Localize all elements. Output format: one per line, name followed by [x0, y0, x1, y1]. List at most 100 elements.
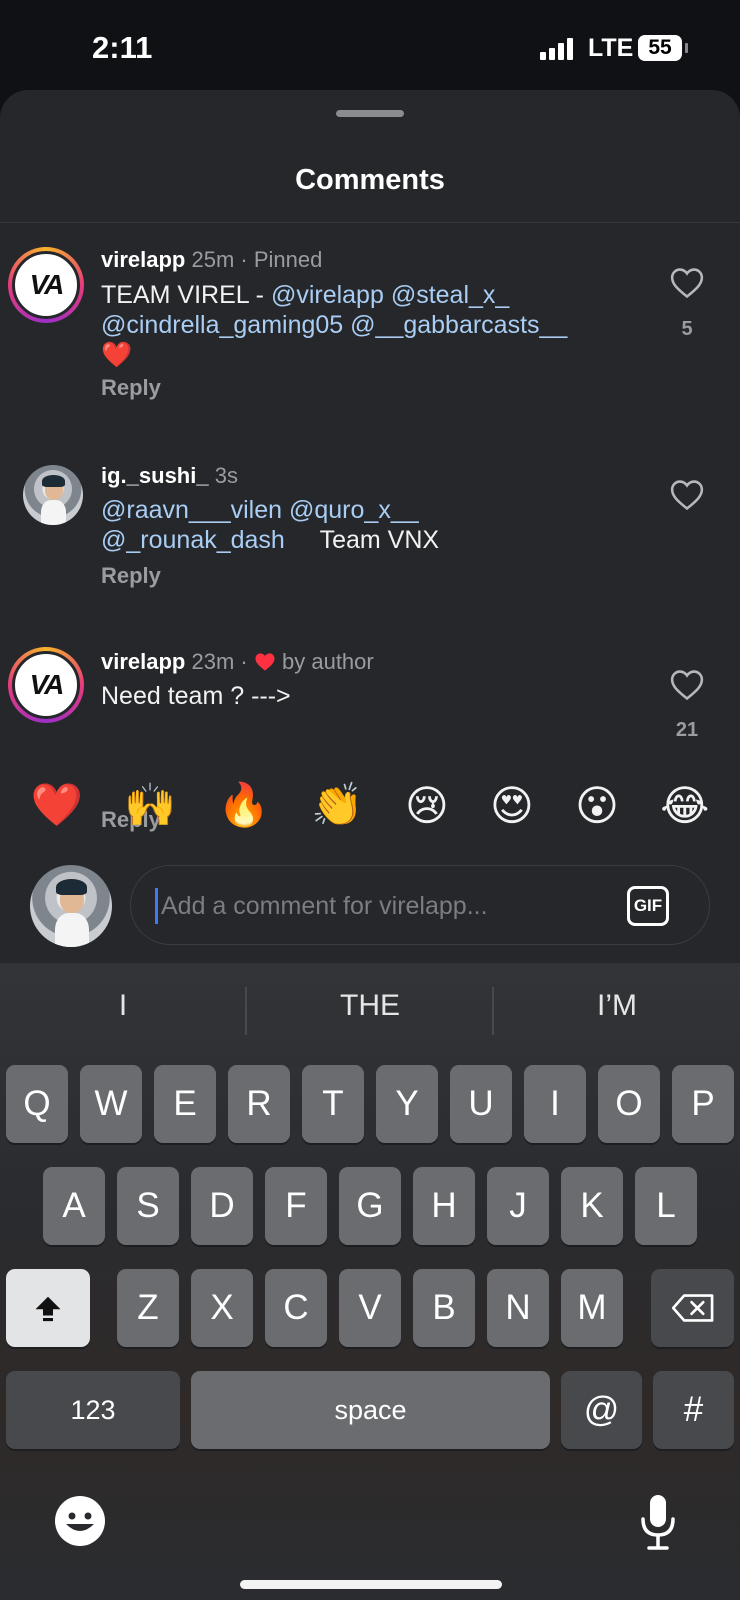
- comment-header: virelapp 23m · by author: [101, 649, 374, 675]
- key-e[interactable]: E: [154, 1065, 216, 1143]
- my-avatar[interactable]: [30, 865, 112, 947]
- key-w[interactable]: W: [80, 1065, 142, 1143]
- comment-meta: 23m ·: [191, 649, 248, 674]
- comment-meta: by author: [282, 649, 374, 674]
- space-key[interactable]: space: [191, 1371, 550, 1449]
- like-count: 5: [681, 318, 693, 340]
- heart-emoji: ❤️: [101, 341, 133, 369]
- mention-link[interactable]: @virelapp: [271, 281, 384, 309]
- hash-key[interactable]: #: [653, 1371, 734, 1449]
- signal-icon: [540, 38, 573, 60]
- sheet-grabber[interactable]: [336, 110, 404, 117]
- comment-username[interactable]: virelapp: [101, 649, 185, 674]
- avatar[interactable]: VA: [8, 647, 84, 723]
- keyboard: I THE I’M Q W E R T Y U I O P A S D F G …: [0, 963, 740, 1600]
- delete-key[interactable]: [651, 1269, 734, 1347]
- mention-link[interactable]: @steal_x_: [391, 281, 510, 309]
- shift-key[interactable]: [6, 1269, 90, 1347]
- comment-text: @raavn___vilen @quro_x__ @_rounak_dash T…: [101, 495, 621, 555]
- comment-input-box[interactable]: GIF: [130, 865, 710, 945]
- suggestion-item[interactable]: THE: [247, 989, 493, 1023]
- key-k[interactable]: K: [561, 1167, 623, 1245]
- key-x[interactable]: X: [191, 1269, 253, 1347]
- comment-username[interactable]: ig._sushi_: [101, 463, 209, 488]
- battery-icon: 55: [638, 35, 688, 61]
- emoji-surprised-button[interactable]: 😮: [575, 781, 619, 830]
- key-y[interactable]: Y: [376, 1065, 438, 1143]
- key-l[interactable]: L: [635, 1167, 697, 1245]
- home-indicator[interactable]: [240, 1580, 502, 1589]
- key-c[interactable]: C: [265, 1269, 327, 1347]
- mention-link[interactable]: @__gabbarcasts__: [350, 311, 567, 339]
- comment-text: Need team ? --->: [101, 682, 291, 710]
- status-bar: 2:11 LTE 55: [0, 0, 740, 90]
- gif-button[interactable]: GIF: [627, 886, 669, 926]
- key-v[interactable]: V: [339, 1269, 401, 1347]
- key-h[interactable]: H: [413, 1167, 475, 1245]
- comment-meta: 25m · Pinned: [191, 247, 323, 272]
- emoji-clap-button[interactable]: 👏: [311, 781, 363, 830]
- comment-input[interactable]: [161, 878, 601, 934]
- key-f[interactable]: F: [265, 1167, 327, 1245]
- mention-link[interactable]: @quro_x__: [289, 496, 419, 524]
- comment-text-plain: Team VNX: [319, 526, 440, 554]
- suggestion-item[interactable]: I: [0, 989, 246, 1023]
- key-d[interactable]: D: [191, 1167, 253, 1245]
- mention-link[interactable]: @raavn___vilen: [101, 496, 282, 524]
- reply-button[interactable]: Reply: [101, 563, 161, 589]
- mention-link[interactable]: @cindrella_gaming05: [101, 311, 343, 339]
- comment-list[interactable]: VA virelapp 25m · Pinned TEAM VIREL - @v…: [0, 223, 740, 845]
- emoji-cry-button[interactable]: 😢: [405, 781, 449, 830]
- comment-meta: 3s: [214, 463, 238, 488]
- comment-item: ig._sushi_ 3s @raavn___vilen @quro_x__ @…: [0, 449, 740, 609]
- suggestion-item[interactable]: I’M: [494, 989, 740, 1023]
- liked-by-author-icon: [255, 653, 275, 671]
- avatar-logo-text: VA: [12, 251, 80, 319]
- key-m[interactable]: M: [561, 1269, 623, 1347]
- emoji-heart-button[interactable]: ❤️: [31, 781, 83, 830]
- comment-header: virelapp 25m · Pinned: [101, 247, 322, 273]
- key-u[interactable]: U: [450, 1065, 512, 1143]
- microphone-icon[interactable]: [638, 1493, 678, 1551]
- heart-icon[interactable]: [670, 669, 704, 701]
- backspace-icon: [671, 1294, 713, 1322]
- comment-text: TEAM VIREL - @virelapp @steal_x_ @cindre…: [101, 280, 621, 370]
- comment-username[interactable]: virelapp: [101, 247, 185, 272]
- comment-header: ig._sushi_ 3s: [101, 463, 238, 489]
- emoji-laughing-button[interactable]: 😂: [660, 781, 709, 830]
- key-g[interactable]: G: [339, 1167, 401, 1245]
- key-p[interactable]: P: [672, 1065, 734, 1143]
- shift-icon: [35, 1296, 61, 1322]
- reply-button[interactable]: Reply: [101, 375, 161, 401]
- text-caret: [155, 888, 158, 924]
- comment-item: VA virelapp 25m · Pinned TEAM VIREL - @v…: [0, 223, 740, 429]
- key-t[interactable]: T: [302, 1065, 364, 1143]
- at-key[interactable]: @: [561, 1371, 642, 1449]
- emoji-raised-hands-button[interactable]: 🙌: [124, 781, 176, 830]
- quick-emoji-bar: ❤️ 🙌 🔥 👏 😢 😍 😮 😂: [0, 755, 740, 855]
- emoji-fire-button[interactable]: 🔥: [218, 781, 270, 830]
- like-count: 21: [675, 719, 699, 741]
- key-q[interactable]: Q: [6, 1065, 68, 1143]
- numbers-key[interactable]: 123: [6, 1371, 180, 1449]
- key-b[interactable]: B: [413, 1269, 475, 1347]
- key-o[interactable]: O: [598, 1065, 660, 1143]
- network-type: LTE: [588, 34, 634, 62]
- key-j[interactable]: J: [487, 1167, 549, 1245]
- heart-icon[interactable]: [670, 479, 704, 511]
- key-i[interactable]: I: [524, 1065, 586, 1143]
- avatar[interactable]: VA: [8, 247, 84, 323]
- emoji-keyboard-icon[interactable]: [54, 1495, 106, 1547]
- comment-text-plain: TEAM VIREL -: [101, 281, 271, 309]
- avatar-logo-text: VA: [12, 651, 80, 719]
- key-z[interactable]: Z: [117, 1269, 179, 1347]
- key-s[interactable]: S: [117, 1167, 179, 1245]
- key-r[interactable]: R: [228, 1065, 290, 1143]
- key-n[interactable]: N: [487, 1269, 549, 1347]
- key-a[interactable]: A: [43, 1167, 105, 1245]
- status-time: 2:11: [92, 30, 153, 65]
- mention-link[interactable]: @_rounak_dash: [101, 526, 285, 554]
- avatar[interactable]: [23, 465, 83, 525]
- emoji-heart-eyes-button[interactable]: 😍: [490, 781, 534, 830]
- heart-icon[interactable]: [670, 267, 704, 299]
